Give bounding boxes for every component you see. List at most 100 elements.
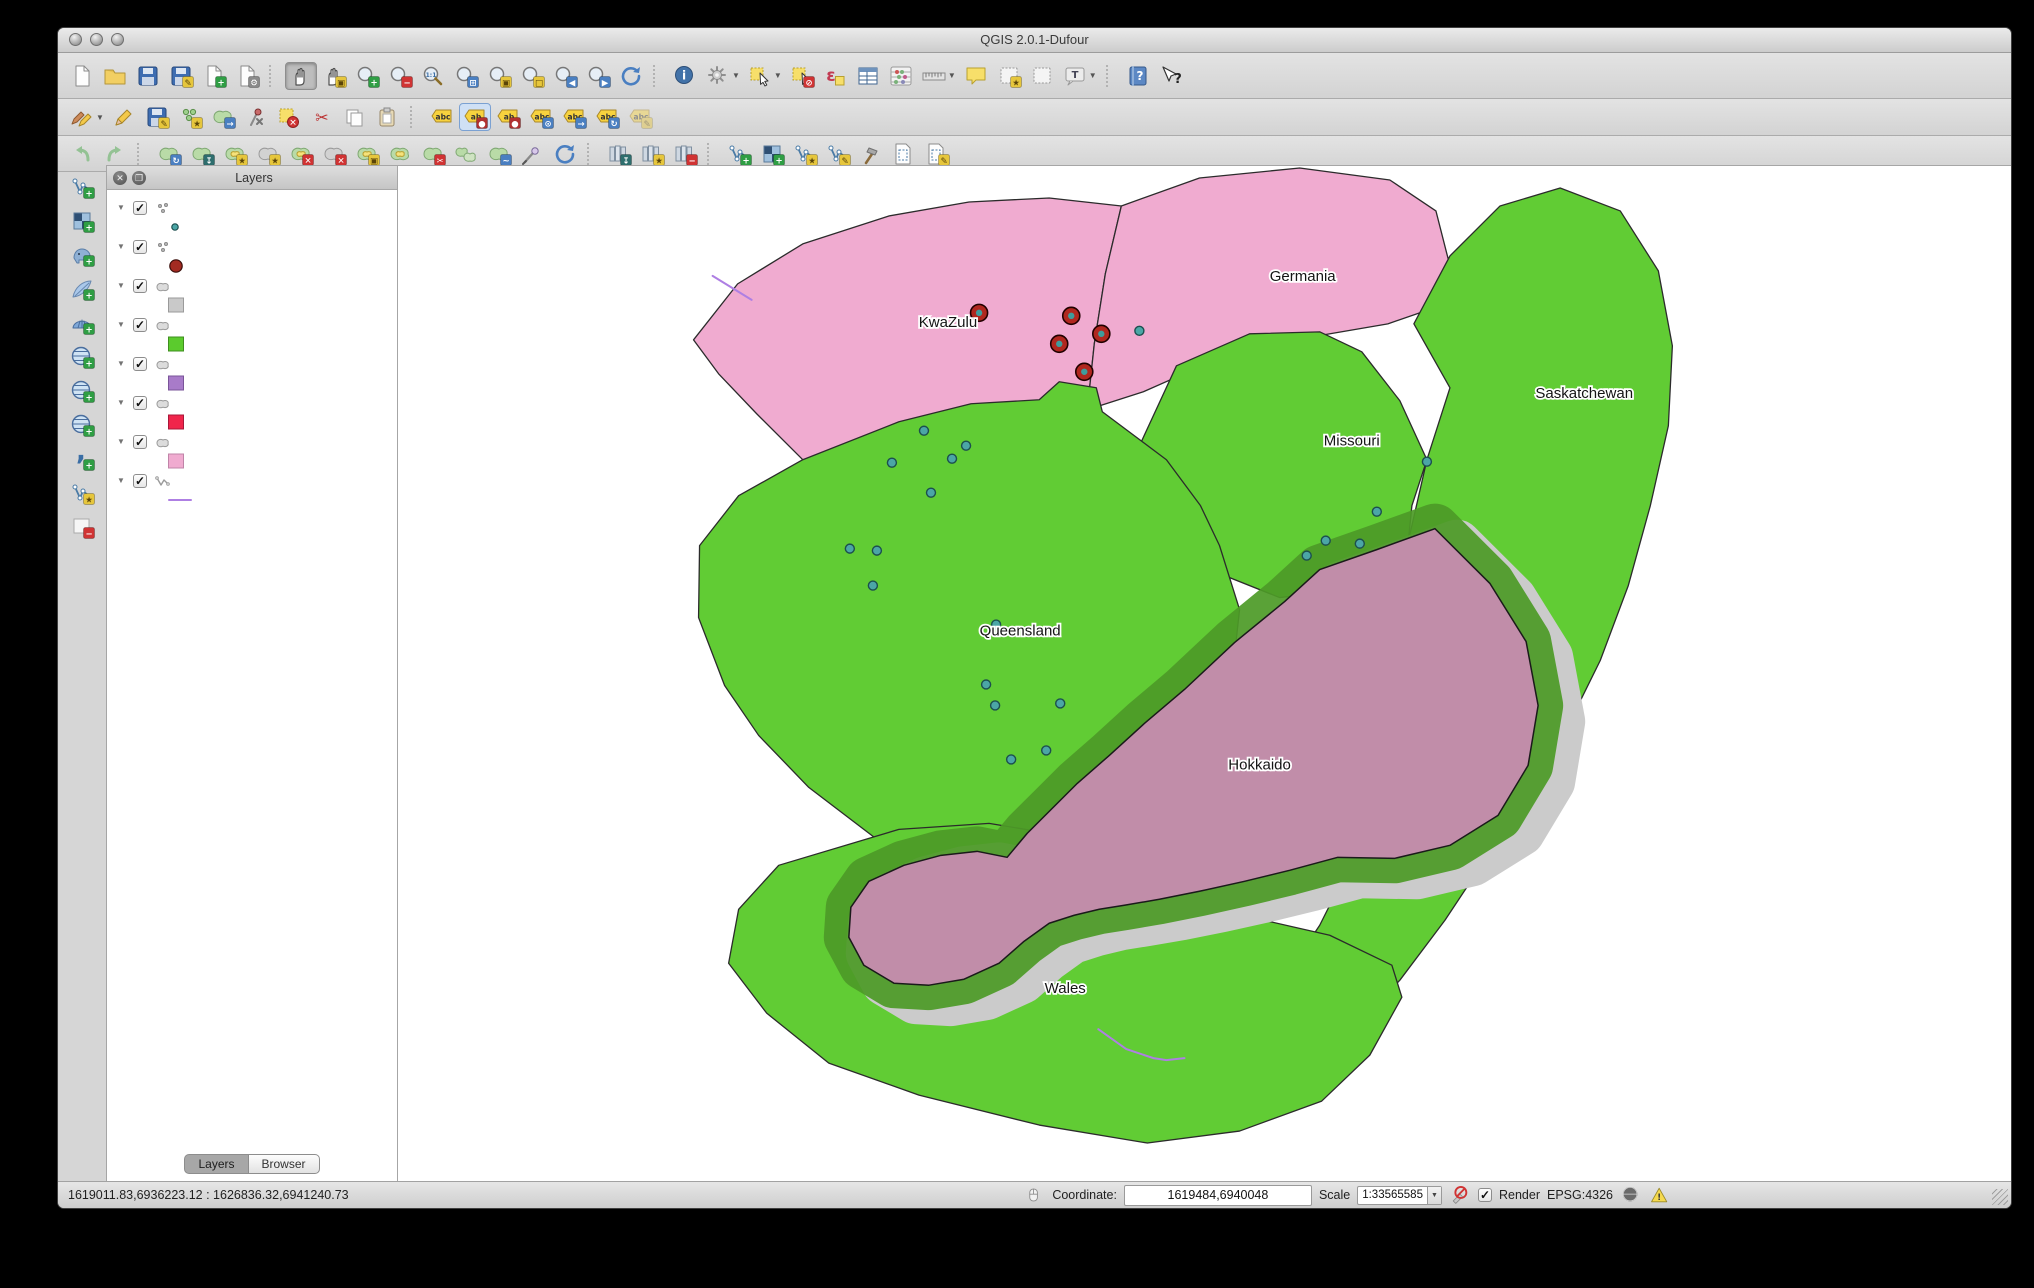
remove-layer-button[interactable]: − xyxy=(66,513,98,541)
new-raster-layer-button[interactable]: + xyxy=(756,140,788,168)
whats-this-button[interactable]: ? xyxy=(1155,62,1187,90)
pan-to-selection-button[interactable]: ▣ xyxy=(318,62,350,90)
add-part-button[interactable]: ★ xyxy=(252,140,284,168)
copy-map-extent-button[interactable] xyxy=(888,140,920,168)
delete-selected-button[interactable]: ✕ xyxy=(273,103,305,131)
layer-item-vw_select_location[interactable]: ▼ ✓ xyxy=(107,236,397,257)
minimize-window-button[interactable] xyxy=(90,33,103,46)
crs-status-icon[interactable] xyxy=(1620,1184,1642,1206)
select-features-button[interactable]: ▼ xyxy=(744,62,785,90)
layer-item-vw_hokkaido_buffer_select[interactable]: ▼ ✓ xyxy=(107,353,397,374)
add-postgis-layer-button[interactable]: + xyxy=(66,241,98,269)
extents-mouse-icon[interactable] xyxy=(1023,1184,1045,1206)
refresh-map-button[interactable] xyxy=(615,62,647,90)
expand-triangle-icon[interactable]: ▼ xyxy=(117,320,126,329)
node-tool-button[interactable] xyxy=(240,103,272,131)
title-bar[interactable]: QGIS 2.0.1-Dufour xyxy=(58,28,2011,53)
measure-button[interactable]: ▼ xyxy=(918,62,959,90)
message-log-icon[interactable]: ! xyxy=(1649,1184,1671,1206)
coordinate-input[interactable] xyxy=(1123,1184,1312,1206)
save-project-as-button[interactable]: ✎ xyxy=(165,62,197,90)
new-shapefile-layer-button[interactable]: ★ xyxy=(66,479,98,507)
delete-ring-button[interactable]: ✕ xyxy=(285,140,317,168)
fill-ring-button[interactable]: ▣ xyxy=(351,140,383,168)
add-feature-button[interactable]: ★ xyxy=(174,103,206,131)
reshape-features-button[interactable]: ~ xyxy=(483,140,515,168)
zoom-full-extent-button[interactable]: ⊞ xyxy=(450,62,482,90)
pin-label-button[interactable]: ab ● xyxy=(492,103,524,131)
split-features-button[interactable]: ✂ xyxy=(417,140,449,168)
move-feature-button[interactable]: → xyxy=(207,103,239,131)
new-shapefile-button[interactable]: ★ xyxy=(789,140,821,168)
copy-features-button[interactable] xyxy=(339,103,371,131)
rotate-feature-button[interactable]: ↻ xyxy=(153,140,185,168)
layer-item-vw_hokkaido_buffer[interactable]: ▼ ✓ xyxy=(107,275,397,296)
panel-tab-layers[interactable]: Layers xyxy=(184,1154,248,1174)
identify-features-button[interactable]: i xyxy=(669,62,701,90)
add-wms-layer-button[interactable]: + xyxy=(66,343,98,371)
new-bookmark-button[interactable]: ★ xyxy=(993,62,1025,90)
layer-checkbox[interactable]: ✓ xyxy=(133,434,147,449)
zoom-to-selection-button[interactable]: ▣ xyxy=(483,62,515,90)
edit-map-extent-button[interactable]: ✎ xyxy=(921,140,953,168)
layer-checkbox[interactable]: ✓ xyxy=(133,473,147,488)
modify-vector-layer-button[interactable]: ✎ xyxy=(822,140,854,168)
add-mssql-layer-button[interactable]: + xyxy=(66,309,98,337)
layer-scale-visibility-button[interactable]: ★ xyxy=(636,140,668,168)
zoom-last-button[interactable]: ◀ xyxy=(549,62,581,90)
simplify-feature-button[interactable]: ↧ xyxy=(186,140,218,168)
delete-part-button[interactable]: ✕ xyxy=(318,140,350,168)
layer-checkbox[interactable]: ✓ xyxy=(133,278,147,293)
add-spatialite-layer-button[interactable]: + xyxy=(66,275,98,303)
zoom-in-button[interactable]: + xyxy=(351,62,383,90)
run-feature-action-button[interactable]: ▼ xyxy=(702,62,743,90)
layer-checkbox[interactable]: ✓ xyxy=(133,200,147,215)
layer-checkbox[interactable]: ✓ xyxy=(133,395,147,410)
open-attribute-table-button[interactable] xyxy=(852,62,884,90)
move-label-button[interactable]: abc → xyxy=(558,103,590,131)
layer-checkbox[interactable]: ✓ xyxy=(133,356,147,371)
undo-button[interactable] xyxy=(66,140,98,168)
add-delimited-text-layer-button[interactable]: , + xyxy=(66,445,98,473)
highlight-pinned-labels-button[interactable]: abc ⊙ xyxy=(525,103,557,131)
composer-manager-button[interactable]: ⚙ xyxy=(231,62,263,90)
expand-triangle-icon[interactable]: ▼ xyxy=(117,242,126,251)
panel-tab-browser[interactable]: Browser xyxy=(247,1154,320,1174)
pan-map-button[interactable] xyxy=(285,61,317,90)
paste-features-button[interactable] xyxy=(372,103,404,131)
resize-grip[interactable] xyxy=(1992,1189,2008,1205)
select-by-expression-button[interactable]: ε xyxy=(819,62,851,90)
offset-curve-button[interactable] xyxy=(384,140,416,168)
render-checkbox[interactable]: ✓ xyxy=(1477,1188,1492,1202)
layer-item-building[interactable]: ▼ ✓ xyxy=(107,197,397,218)
help-contents-button[interactable]: ? xyxy=(1122,62,1154,90)
text-annotation-button[interactable]: T ▼ xyxy=(1059,62,1100,90)
layer-item-region[interactable]: ▼ ✓ xyxy=(107,431,397,452)
expand-triangle-icon[interactable]: ▼ xyxy=(117,437,126,446)
layer-labeling-options-button[interactable]: abc xyxy=(426,103,458,131)
add-wcs-layer-button[interactable]: + xyxy=(66,377,98,405)
add-ring-button[interactable]: ★ xyxy=(219,140,251,168)
detach-panel-icon[interactable]: ❐ xyxy=(132,170,146,185)
open-project-button[interactable] xyxy=(99,62,131,90)
toggle-editing-button[interactable] xyxy=(108,103,140,131)
zoom-next-button[interactable]: ▶ xyxy=(582,62,614,90)
new-project-button[interactable] xyxy=(66,62,98,90)
add-wfs-layer-button[interactable]: + xyxy=(66,411,98,439)
layer-item-vw_regions_adjoining_hokkaido[interactable]: ▼ ✓ xyxy=(107,392,397,413)
new-vector-layer-button[interactable]: + xyxy=(723,140,755,168)
show-bookmarks-button[interactable] xyxy=(1026,62,1058,90)
layer-item-road[interactable]: ▼ ✓ xyxy=(107,470,397,491)
layer-item-vw_hokkaido_distance_select[interactable]: ▼ ✓ xyxy=(107,314,397,335)
deselect-features-button[interactable]: ⊘ xyxy=(786,62,818,90)
expand-triangle-icon[interactable]: ▼ xyxy=(117,203,126,212)
map-canvas[interactable]: KwaZulu Germania Saskatchewan Missouri Queen… xyxy=(398,165,2011,1182)
offset-point-symbol-button[interactable] xyxy=(516,140,548,168)
zoom-to-layer-button[interactable]: □ xyxy=(516,62,548,90)
rotate-point-symbols-button[interactable] xyxy=(549,140,581,168)
field-calculator-button[interactable] xyxy=(885,62,917,90)
zoom-actual-size-button[interactable]: 1:1 xyxy=(417,62,449,90)
change-label-button[interactable]: abc ✎ xyxy=(624,103,656,131)
close-window-button[interactable] xyxy=(69,33,82,46)
save-layer-edits-button[interactable]: ✎ xyxy=(141,103,173,131)
